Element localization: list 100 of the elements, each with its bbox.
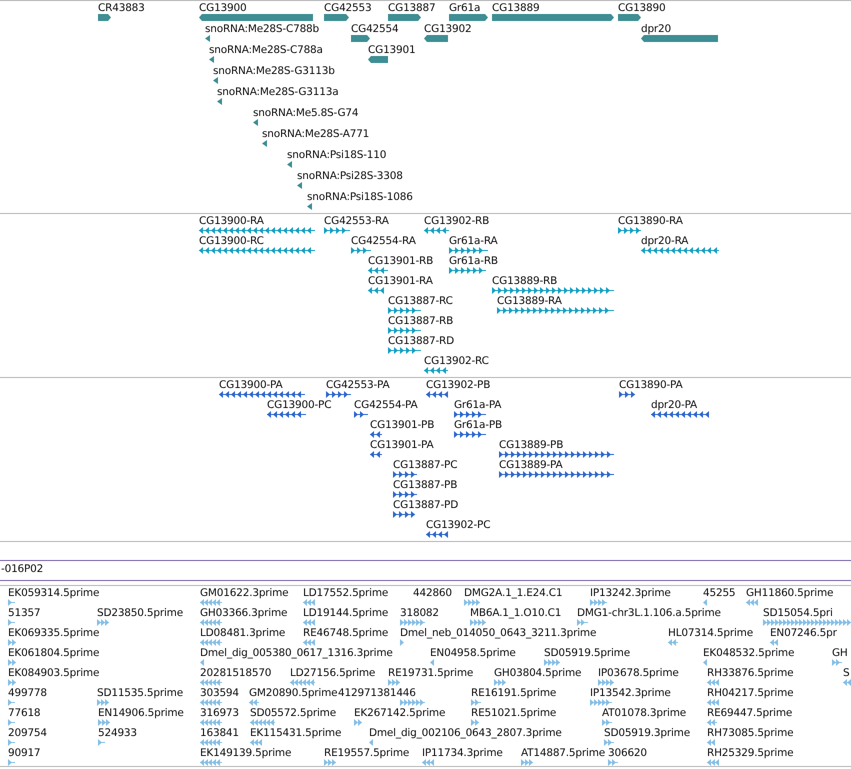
feature-label: snoRNA:Me5.8S-G74 [253, 107, 358, 119]
feature-label: CG13902-PC [426, 519, 490, 531]
feature-label: GH11860.5prime [746, 587, 834, 599]
feature-glyph[interactable] [497, 307, 614, 314]
feature-label: 303594 [200, 687, 239, 699]
feature-glyph[interactable] [641, 247, 719, 254]
feature-label: CG13889-PB [499, 439, 564, 451]
feature-label: 51357 [8, 607, 40, 619]
feature-glyph[interactable] [388, 307, 421, 314]
feature-glyph[interactable] [454, 411, 486, 418]
feature-label: AT01078.3prime [602, 707, 686, 719]
feature-glyph[interactable] [618, 227, 641, 234]
feature-label: Gr61a [449, 2, 480, 14]
feature-label: IP13242.3prime [590, 587, 671, 599]
feature-label: CG13889 [492, 2, 540, 14]
feature-glyph[interactable] [326, 391, 351, 398]
feature-label: CG13900-RC [199, 235, 264, 247]
feature-glyph[interactable] [492, 287, 614, 294]
feature-glyph[interactable] [368, 287, 384, 294]
feature-label: 20281518570 [200, 667, 272, 679]
feature-label: CG13900-PA [219, 379, 283, 391]
feature-glyph[interactable] [449, 14, 488, 21]
feature-label: CG13902-RC [424, 355, 489, 367]
feature-label: 499778 [8, 687, 47, 699]
feature-glyph[interactable] [368, 267, 388, 274]
feature-glyph[interactable] [217, 98, 222, 105]
feature-glyph[interactable] [213, 77, 218, 84]
feature-label: CG13902 [424, 23, 472, 35]
feature-label: snoRNA:Psi28S-3308 [297, 170, 403, 182]
feature-label: Gr61a-PA [454, 399, 502, 411]
feature-label: CG13901-PB [370, 419, 434, 431]
feature-label: EK267142.5prime [354, 707, 446, 719]
feature-glyph[interactable] [393, 511, 415, 518]
feature-glyph[interactable] [354, 411, 368, 418]
feature-label: EK084903.5prime [8, 667, 100, 679]
feature-glyph[interactable] [287, 161, 292, 168]
feature-glyph[interactable] [499, 451, 614, 458]
feature-glyph[interactable] [388, 347, 421, 354]
feature-label: RE19731.5prime [388, 667, 474, 679]
feature-glyph[interactable] [424, 35, 448, 42]
feature-glyph[interactable] [351, 35, 370, 42]
feature-label: 316973 [200, 707, 239, 719]
feature-label: snoRNA:Me28S-A771 [262, 128, 370, 140]
feature-label: Gr61a-RA [449, 235, 498, 247]
feature-glyph[interactable] [368, 56, 388, 63]
feature-glyph[interactable] [426, 531, 448, 538]
feature-label: IP03678.5prime [598, 667, 679, 679]
feature-label: 524933 [98, 727, 137, 739]
feature-glyph[interactable] [393, 491, 417, 498]
feature-label: 306620 [608, 747, 647, 759]
feature-label: CR43883 [98, 2, 145, 14]
feature-label: LD19144.5prime [303, 607, 388, 619]
feature-glyph[interactable] [209, 56, 214, 63]
feature-glyph[interactable] [199, 247, 315, 254]
feature-label: RE19557.5prime [324, 747, 410, 759]
feature-label: SD15054.5pri [763, 607, 833, 619]
feature-glyph[interactable] [393, 471, 417, 478]
feature-label: EK061804.5prime [8, 647, 100, 659]
feature-glyph[interactable] [449, 247, 488, 254]
feature-glyph[interactable] [449, 267, 486, 274]
feature-glyph[interactable] [618, 14, 641, 21]
feature-label: CG42554-PA [354, 399, 418, 411]
feature-glyph[interactable] [351, 247, 371, 254]
feature-label: SD05919.5prime [544, 647, 630, 659]
feature-label: 442860 [413, 587, 452, 599]
feature-glyph[interactable] [267, 411, 306, 418]
feature-label: Dmel_dig_005380_0617_1316.3prime [200, 647, 393, 659]
feature-label: CG13887-PD [393, 499, 458, 511]
feature-glyph[interactable] [253, 119, 258, 126]
feature-glyph[interactable] [388, 14, 421, 21]
feature-label: IP11734.3prime [422, 747, 503, 759]
feature-label: DMG1-chr3L.1.106.a.5prime [577, 607, 721, 619]
feature-glyph[interactable] [651, 411, 709, 418]
feature-glyph[interactable] [219, 391, 305, 398]
feature-label: RH25329.5prime [707, 747, 794, 759]
feature-glyph[interactable] [454, 431, 486, 438]
feature-label: SD11535.5prime [97, 687, 183, 699]
feature-glyph[interactable] [199, 227, 315, 234]
feature-glyph[interactable] [324, 14, 349, 21]
feature-label: 209754 [8, 727, 47, 739]
feature-glyph[interactable] [619, 391, 635, 398]
feature-glyph[interactable] [424, 227, 449, 234]
feature-label: CG13889-PA [499, 459, 563, 471]
feature-glyph[interactable] [499, 471, 614, 478]
feature-glyph[interactable] [388, 327, 421, 334]
feature-glyph[interactable] [205, 35, 210, 42]
feature-label: snoRNA:Psi18S-110 [287, 149, 386, 161]
feature-glyph[interactable] [370, 431, 382, 438]
feature-glyph[interactable] [262, 140, 267, 147]
feature-glyph[interactable] [424, 367, 448, 374]
feature-label: Dmel_dig_002106_0643_2807.3prime [369, 727, 562, 739]
feature-glyph[interactable] [98, 14, 111, 21]
feature-label: CG13887-PB [393, 479, 458, 491]
feature-glyph[interactable] [324, 227, 350, 234]
feature-glyph[interactable] [370, 451, 382, 458]
feature-label: RE16191.5prime [471, 687, 556, 699]
feature-glyph[interactable] [307, 203, 312, 210]
feature-label: CG42553 [324, 2, 372, 14]
feature-glyph[interactable] [426, 391, 448, 398]
feature-glyph[interactable] [297, 182, 302, 189]
